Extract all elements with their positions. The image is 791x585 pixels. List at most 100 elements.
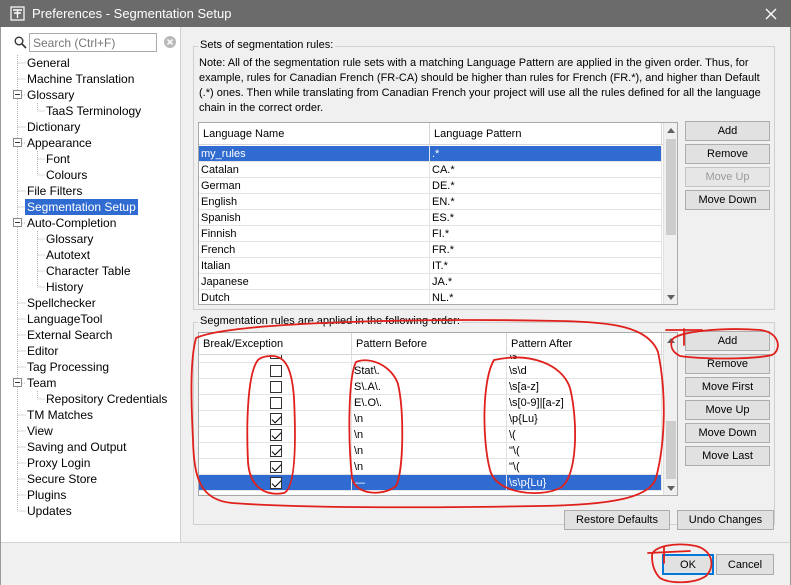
break-checkbox[interactable] <box>270 365 282 377</box>
language-pattern-cell: DE.* <box>430 178 662 194</box>
table-row[interactable]: Stat\. \s\d <box>199 363 662 379</box>
tree-item-character-table[interactable]: Character Table <box>46 263 131 279</box>
tree-item-auto-completion[interactable]: Auto-Completion <box>27 215 116 231</box>
tree-item-history[interactable]: History <box>46 279 83 295</box>
rulesets-move-up-button[interactable]: Move Up <box>685 167 770 187</box>
glossary-collapse-toggle[interactable] <box>13 90 22 99</box>
table-row[interactable]: Japanese JA.* <box>199 274 662 290</box>
tree-item-updates[interactable]: Updates <box>27 503 72 519</box>
tree-item-dictionary[interactable]: Dictionary <box>27 119 80 135</box>
table-row[interactable]: \n "\( <box>199 459 662 475</box>
language-name-cell: Japanese <box>199 274 430 290</box>
table-row[interactable]: my_rules .* <box>199 146 662 162</box>
rulesets-remove-button[interactable]: Remove <box>685 144 770 164</box>
tree-item-appearance[interactable]: Appearance <box>27 135 92 151</box>
table-row[interactable]: Dutch NL.* <box>199 290 662 304</box>
tree-item-repository-credentials[interactable]: Repository Credentials <box>46 391 167 407</box>
tree-item-taas-terminology[interactable]: TaaS Terminology <box>46 103 141 119</box>
tree-item-secure-store[interactable]: Secure Store <box>27 471 97 487</box>
break-checkbox[interactable] <box>270 381 282 393</box>
ok-button[interactable]: OK <box>662 554 714 575</box>
restore-defaults-button[interactable]: Restore Defaults <box>564 510 670 530</box>
break-checkbox[interactable] <box>270 397 282 409</box>
tree-item-general[interactable]: General <box>27 55 70 71</box>
tree-item-view[interactable]: View <box>27 423 53 439</box>
tree-item-proxy-login[interactable]: Proxy Login <box>27 455 90 471</box>
break-checkbox[interactable] <box>270 477 282 489</box>
title-bar: Preferences - Segmentation Setup <box>0 0 791 27</box>
break-checkbox[interactable] <box>270 413 282 425</box>
column-header-break-exception[interactable]: Break/Exception <box>199 333 352 355</box>
rulesets-move-down-button[interactable]: Move Down <box>685 190 770 210</box>
cancel-button[interactable]: Cancel <box>716 554 774 575</box>
tree-item-saving-and-output[interactable]: Saving and Output <box>27 439 126 455</box>
break-checkbox[interactable] <box>270 429 282 441</box>
tree-item-file-filters[interactable]: File Filters <box>27 183 82 199</box>
column-header-language-pattern[interactable]: Language Pattern <box>430 123 662 145</box>
tree-item-spellchecker[interactable]: Spellchecker <box>27 295 96 311</box>
tree-item-glossary[interactable]: Glossary <box>27 87 74 103</box>
tree-item-machine-translation[interactable]: Machine Translation <box>27 71 134 87</box>
tree-item-editor[interactable]: Editor <box>27 343 58 359</box>
rules-move-up-button[interactable]: Move Up <box>685 400 770 420</box>
autocompletion-collapse-toggle[interactable] <box>13 218 22 227</box>
table-row[interactable]: Italian IT.* <box>199 258 662 274</box>
scroll-up-arrow-icon[interactable] <box>664 333 677 347</box>
scroll-thumb[interactable] <box>666 139 676 235</box>
rules-remove-button[interactable]: Remove <box>685 354 770 374</box>
table-row[interactable]: French FR.* <box>199 242 662 258</box>
table-row-partial: \s <box>199 355 662 363</box>
pattern-before-cell: — <box>352 475 507 491</box>
rules-move-last-button[interactable]: Move Last <box>685 446 770 466</box>
rules-add-button[interactable]: Add <box>685 331 770 351</box>
tree-item-tag-processing[interactable]: Tag Processing <box>27 359 109 375</box>
table-row[interactable]: \n \p{Lu} <box>199 411 662 427</box>
rules-scrollbar[interactable] <box>663 333 677 495</box>
break-checkbox[interactable] <box>270 445 282 457</box>
appearance-collapse-toggle[interactable] <box>13 138 22 147</box>
break-checkbox[interactable] <box>270 355 282 359</box>
rulesets-table: Language Name Language Pattern my_rules … <box>198 122 678 305</box>
rules-move-down-button[interactable]: Move Down <box>685 423 770 443</box>
scroll-up-arrow-icon[interactable] <box>664 123 677 137</box>
tree-item-languagetool[interactable]: LanguageTool <box>27 311 102 327</box>
table-row[interactable]: \n "\( <box>199 443 662 459</box>
language-name-cell: German <box>199 178 430 194</box>
team-collapse-toggle[interactable] <box>13 378 22 387</box>
rulesets-add-button[interactable]: Add <box>685 121 770 141</box>
table-row[interactable]: — \s\p{Lu} <box>199 475 662 491</box>
pattern-after-cell: \s\d <box>507 363 662 379</box>
rules-table-header: Break/Exception Pattern Before Pattern A… <box>199 333 677 355</box>
rules-move-first-button[interactable]: Move First <box>685 377 770 397</box>
rulesets-scrollbar[interactable] <box>663 123 677 304</box>
tree-item-plugins[interactable]: Plugins <box>27 487 66 503</box>
tree-item-tm-matches[interactable]: TM Matches <box>27 407 93 423</box>
table-row[interactable]: \n \( <box>199 427 662 443</box>
table-row[interactable]: E\.O\. \s[0-9]|[a-z] <box>199 395 662 411</box>
tree-item-team[interactable]: Team <box>27 375 56 391</box>
scroll-down-arrow-icon[interactable] <box>664 481 677 495</box>
table-row[interactable]: Catalan CA.* <box>199 162 662 178</box>
close-window-button[interactable] <box>751 0 791 27</box>
column-header-pattern-after[interactable]: Pattern After <box>507 333 662 355</box>
tree-item-font[interactable]: Font <box>46 151 70 167</box>
column-header-pattern-before[interactable]: Pattern Before <box>352 333 507 355</box>
tree-item-external-search[interactable]: External Search <box>27 327 112 343</box>
tree-item-segmentation-setup[interactable]: Segmentation Setup <box>25 199 138 215</box>
table-row[interactable]: Spanish ES.* <box>199 210 662 226</box>
undo-changes-button[interactable]: Undo Changes <box>677 510 774 530</box>
tree-item-colours[interactable]: Colours <box>46 167 87 183</box>
break-checkbox[interactable] <box>270 461 282 473</box>
tree-item-autocompletion-glossary[interactable]: Glossary <box>46 231 93 247</box>
table-row[interactable]: S\.A\. \s[a-z] <box>199 379 662 395</box>
pattern-after-cell: \s[a-z] <box>507 379 662 395</box>
pattern-before-cell: \n <box>352 459 507 475</box>
table-row[interactable]: English EN.* <box>199 194 662 210</box>
preferences-tree-panel: General Machine Translation Glossary Taa… <box>1 27 181 542</box>
tree-item-autotext[interactable]: Autotext <box>46 247 90 263</box>
table-row[interactable]: Finnish FI.* <box>199 226 662 242</box>
table-row[interactable]: German DE.* <box>199 178 662 194</box>
scroll-down-arrow-icon[interactable] <box>664 290 677 304</box>
scroll-thumb[interactable] <box>666 421 676 479</box>
column-header-language-name[interactable]: Language Name <box>199 123 430 145</box>
